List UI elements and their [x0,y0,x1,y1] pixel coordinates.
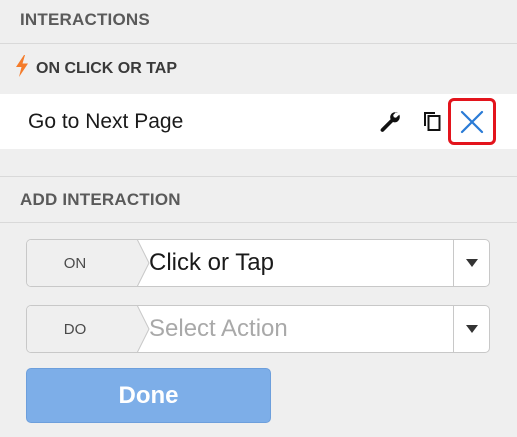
do-action-select[interactable]: DO Select Action [26,305,490,353]
on-select-value: Click or Tap [149,249,274,276]
dropdown-arrow-icon[interactable] [454,306,489,352]
event-header: ON CLICK OR TAP [0,45,517,93]
on-event-select[interactable]: ON Click or Tap [26,239,490,287]
add-interaction-header: ADD INTERACTION [0,177,517,223]
action-label: Go to Next Page [28,109,184,133]
interactions-header: INTERACTIONS [0,0,517,44]
lightning-bolt-icon [16,55,28,77]
wrench-icon[interactable] [376,94,404,149]
interactions-panel: INTERACTIONS ON CLICK OR TAP Go to Next … [0,0,517,437]
chevron-separator-icon [115,240,150,286]
close-icon[interactable] [448,98,496,145]
copy-icon[interactable] [418,94,446,149]
chevron-separator-icon [115,306,150,352]
action-row[interactable]: Go to Next Page [0,94,517,149]
event-label: ON CLICK OR TAP [36,60,178,77]
do-select-placeholder: Select Action [149,315,288,342]
done-button[interactable]: Done [26,368,271,423]
dropdown-arrow-icon[interactable] [454,240,489,286]
